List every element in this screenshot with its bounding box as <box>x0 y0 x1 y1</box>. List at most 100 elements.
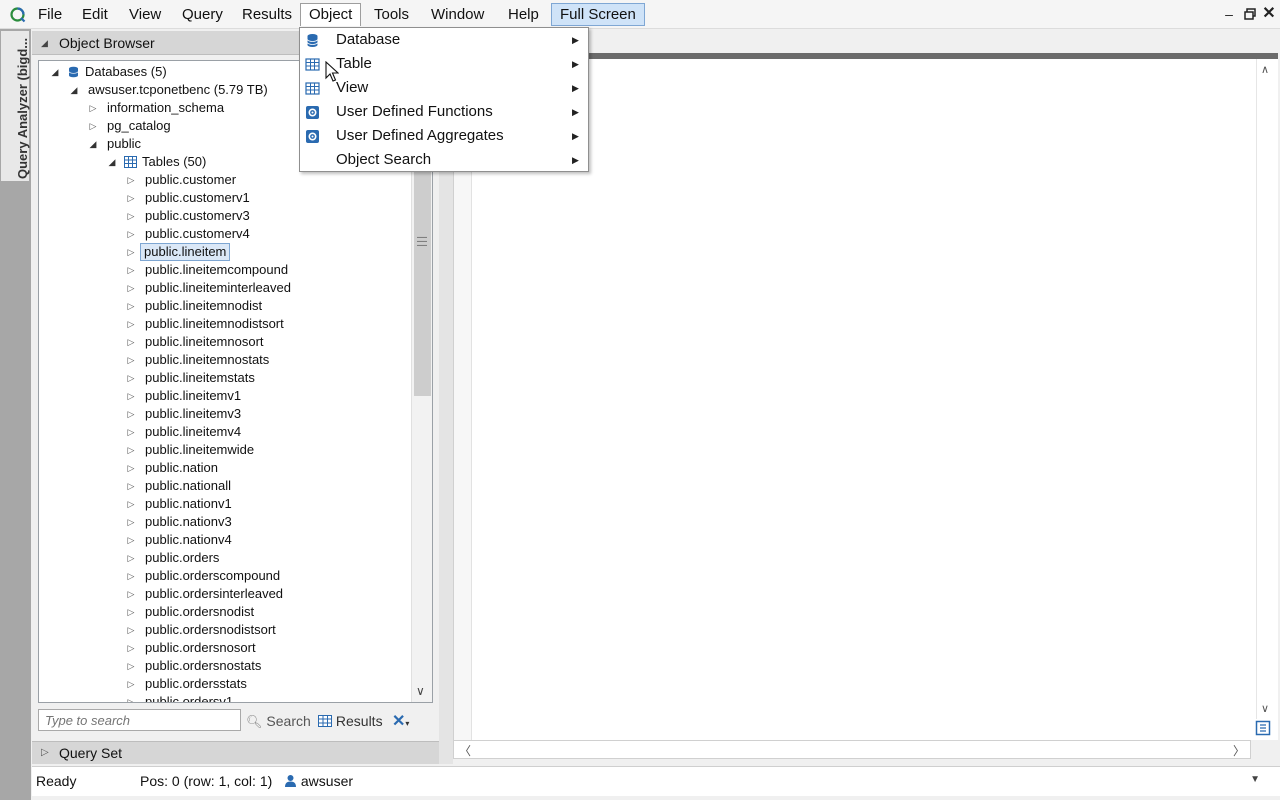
tree-node[interactable]: ▷ public.lineitemnostats <box>39 351 409 369</box>
tree-node[interactable]: ▷ public.lineitemv1 <box>39 387 409 405</box>
expand-arrow-icon[interactable]: ▷ <box>125 693 137 702</box>
tree-node[interactable]: ▷ public.nationv1 <box>39 495 409 513</box>
expand-arrow-icon[interactable]: ▷ <box>125 477 137 495</box>
expand-arrow-icon[interactable]: ▷ <box>125 207 137 225</box>
scroll-down-icon[interactable]: ∨ <box>416 684 425 698</box>
expand-arrow-icon[interactable]: ▷ <box>125 513 137 531</box>
scroll-up-icon[interactable]: ∧ <box>1261 63 1269 76</box>
tree-node[interactable]: ▷ public.lineitemcompound <box>39 261 409 279</box>
search-input[interactable] <box>38 709 241 731</box>
menu-file[interactable]: File <box>30 3 70 26</box>
tree-node[interactable]: ▷ public.lineitemv3 <box>39 405 409 423</box>
tree-node[interactable]: ▷ public.lineitemv4 <box>39 423 409 441</box>
expand-arrow-icon[interactable]: ▷ <box>125 567 137 585</box>
tree-node[interactable]: ▷ public.lineiteminterleaved <box>39 279 409 297</box>
object-menu-table[interactable]: Table ▶ <box>300 52 588 76</box>
expand-arrow-icon[interactable]: ▷ <box>125 333 137 351</box>
minimize-icon[interactable]: – <box>1219 4 1239 24</box>
tools-dropdown-button[interactable]: ✕▾ <box>392 710 409 732</box>
object-menu-user-defined-functions[interactable]: User Defined Functions ▶ <box>300 100 588 124</box>
menu-window[interactable]: Window <box>423 3 492 26</box>
collapse-arrow-icon[interactable]: ◢ <box>68 81 80 99</box>
expand-arrow-icon[interactable]: ▷ <box>125 369 137 387</box>
search-button[interactable]: 🔍︎ Search <box>246 710 311 732</box>
expand-arrow-icon[interactable]: ▷ <box>125 549 137 567</box>
split-editor-icon[interactable] <box>1255 720 1271 736</box>
scrollbar-thumb[interactable] <box>414 171 431 396</box>
tree-node[interactable]: ▷ public.nationall <box>39 477 409 495</box>
tree-node[interactable]: ▷ public.ordersnodist <box>39 603 409 621</box>
tree-node[interactable]: ▷ public.customerv1 <box>39 189 409 207</box>
menu-view[interactable]: View <box>121 3 169 26</box>
query-set-header[interactable]: ▷ Query Set <box>32 741 439 764</box>
status-dropdown-icon[interactable]: ▼ <box>1250 774 1260 785</box>
expand-arrow-icon[interactable]: ▷ <box>87 117 99 135</box>
scroll-right-icon[interactable]: 〉 <box>1233 742 1245 759</box>
expand-arrow-icon[interactable]: ▷ <box>125 189 137 207</box>
tree-node[interactable]: ▷ public.ordersnodistsort <box>39 621 409 639</box>
expand-arrow-icon[interactable]: ▷ <box>125 315 137 333</box>
expand-arrow-icon[interactable]: ▷ <box>125 171 137 189</box>
tree-node[interactable]: ▷ public.lineitemnosort <box>39 333 409 351</box>
menu-object[interactable]: Object <box>300 3 362 26</box>
tree-node[interactable]: ▷ public.orderscompound <box>39 567 409 585</box>
tree-node[interactable]: ▷ public.lineitemstats <box>39 369 409 387</box>
expand-arrow-icon[interactable]: ▷ <box>125 351 137 369</box>
expand-arrow-icon[interactable]: ▷ <box>125 387 137 405</box>
expand-arrow-icon[interactable]: ▷ <box>125 441 137 459</box>
collapse-arrow-icon[interactable]: ◢ <box>106 153 118 171</box>
expand-arrow-icon[interactable]: ▷ <box>125 621 137 639</box>
tree-node[interactable]: ▷ public.ordersv1 <box>39 693 409 702</box>
tree-node[interactable]: ▷ public.lineitem <box>39 243 409 261</box>
close-icon[interactable]: ✕ <box>1259 4 1279 24</box>
menu-results[interactable]: Results <box>234 3 300 26</box>
expand-arrow-icon[interactable]: ▷ <box>125 423 137 441</box>
expand-arrow-icon[interactable]: ▷ <box>125 279 137 297</box>
object-menu-object-search[interactable]: Object Search ▶ <box>300 148 588 172</box>
menu-full-screen[interactable]: Full Screen <box>551 3 645 26</box>
collapse-arrow-icon[interactable]: ◢ <box>49 63 61 81</box>
menu-query[interactable]: Query <box>174 3 231 26</box>
expand-arrow-icon[interactable]: ▷ <box>125 603 137 621</box>
tree-node[interactable]: ▷ public.ordersstats <box>39 675 409 693</box>
expand-arrow-icon[interactable]: ▷ <box>125 675 137 693</box>
tree-node[interactable]: ▷ public.nationv3 <box>39 513 409 531</box>
expand-arrow-icon[interactable]: ▷ <box>87 99 99 117</box>
menu-edit[interactable]: Edit <box>74 3 116 26</box>
restore-icon[interactable] <box>1240 4 1260 24</box>
tree-node[interactable]: ▷ public.nation <box>39 459 409 477</box>
menu-tools[interactable]: Tools <box>366 3 417 26</box>
expand-arrow-icon[interactable]: ▷ <box>125 657 137 675</box>
tree-node[interactable]: ▷ public.lineitemnodistsort <box>39 315 409 333</box>
expand-arrow-icon[interactable]: ▷ <box>125 405 137 423</box>
tree-node[interactable]: ▷ public.orders <box>39 549 409 567</box>
tree-node[interactable]: ▷ public.nationv4 <box>39 531 409 549</box>
tree-node[interactable]: ▷ public.customerv3 <box>39 207 409 225</box>
tree-node[interactable]: ▷ public.customer <box>39 171 409 189</box>
side-tab-query-analyzer[interactable]: Query Analyzer (bigd... <box>1 31 30 181</box>
results-button[interactable]: Results <box>318 710 383 732</box>
expand-arrow-icon[interactable]: ▷ <box>125 243 137 261</box>
tree-node[interactable]: ▷ public.customerv4 <box>39 225 409 243</box>
scroll-down-icon[interactable]: ∨ <box>1261 702 1269 715</box>
expand-arrow-icon[interactable]: ▷ <box>125 225 137 243</box>
object-menu-user-defined-aggregates[interactable]: User Defined Aggregates ▶ <box>300 124 588 148</box>
menu-help[interactable]: Help <box>500 3 547 26</box>
editor-vertical-scrollbar[interactable]: ∧ ∨ <box>1256 59 1276 719</box>
expand-arrow-icon[interactable]: ▷ <box>125 639 137 657</box>
expand-arrow-icon[interactable]: ▷ <box>125 495 137 513</box>
object-menu-database[interactable]: Database ▶ <box>300 28 588 52</box>
expand-arrow-icon[interactable]: ▷ <box>125 459 137 477</box>
expand-arrow-icon[interactable]: ▷ <box>125 261 137 279</box>
expand-triangle-icon[interactable]: ▷ <box>41 747 49 758</box>
tree-node[interactable]: ▷ public.lineitemnodist <box>39 297 409 315</box>
expand-arrow-icon[interactable]: ▷ <box>125 531 137 549</box>
collapse-arrow-icon[interactable]: ◢ <box>87 135 99 153</box>
collapse-triangle-icon[interactable]: ◢ <box>41 38 48 49</box>
tree-node[interactable]: ▷ public.lineitemwide <box>39 441 409 459</box>
scroll-left-icon[interactable]: 〈 <box>459 742 471 759</box>
tree-node[interactable]: ▷ public.ordersnosort <box>39 639 409 657</box>
editor-horizontal-scrollbar[interactable]: 〈 〉 <box>453 740 1251 759</box>
tree-node[interactable]: ▷ public.ordersinterleaved <box>39 585 409 603</box>
tree-node[interactable]: ▷ public.ordersnostats <box>39 657 409 675</box>
